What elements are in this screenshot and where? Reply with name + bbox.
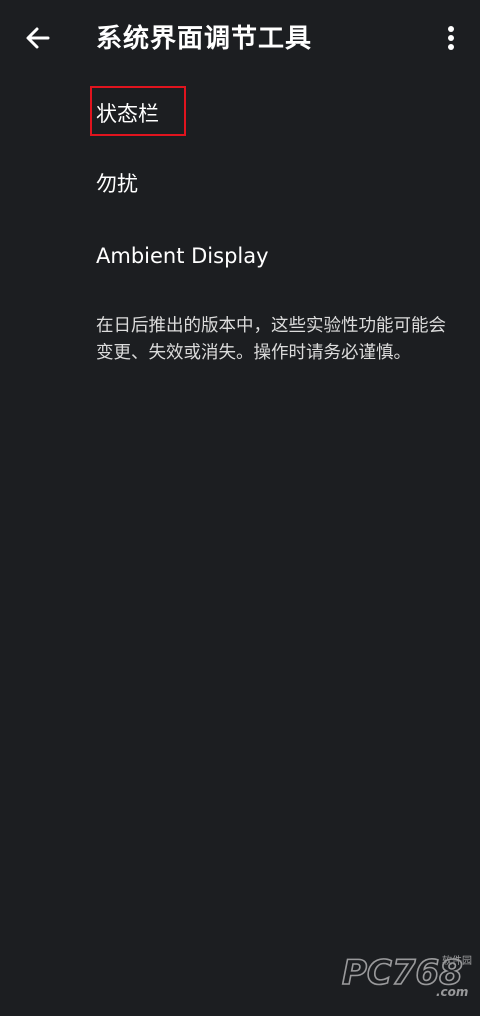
list-item-status-bar[interactable]: 状态栏 — [0, 80, 480, 150]
pc768-watermark-logo: PC768 软件园 .com — [341, 952, 472, 999]
list-item-label: Ambient Display — [96, 244, 269, 268]
arrow-back-icon — [26, 27, 50, 49]
highlight-annotation-box — [90, 86, 186, 136]
list-item-ambient-display[interactable]: Ambient Display — [0, 220, 480, 290]
overflow-menu-button[interactable] — [436, 20, 466, 56]
list-item-label: 勿扰 — [96, 172, 138, 196]
warning-footnote: 在日后推出的版本中，这些实验性功能可能会变更、失效或消失。操作时请务必谨慎。 — [96, 316, 446, 363]
app-bar: 系统界面调节工具 — [0, 0, 480, 80]
page-title: 系统界面调节工具 — [96, 24, 313, 54]
more-vert-icon — [448, 26, 454, 50]
watermark-domain: .com — [436, 985, 468, 999]
watermark-sub: 软件园 — [442, 954, 472, 967]
list-item-do-not-disturb[interactable]: 勿扰 — [0, 150, 480, 220]
back-button[interactable] — [20, 20, 56, 56]
